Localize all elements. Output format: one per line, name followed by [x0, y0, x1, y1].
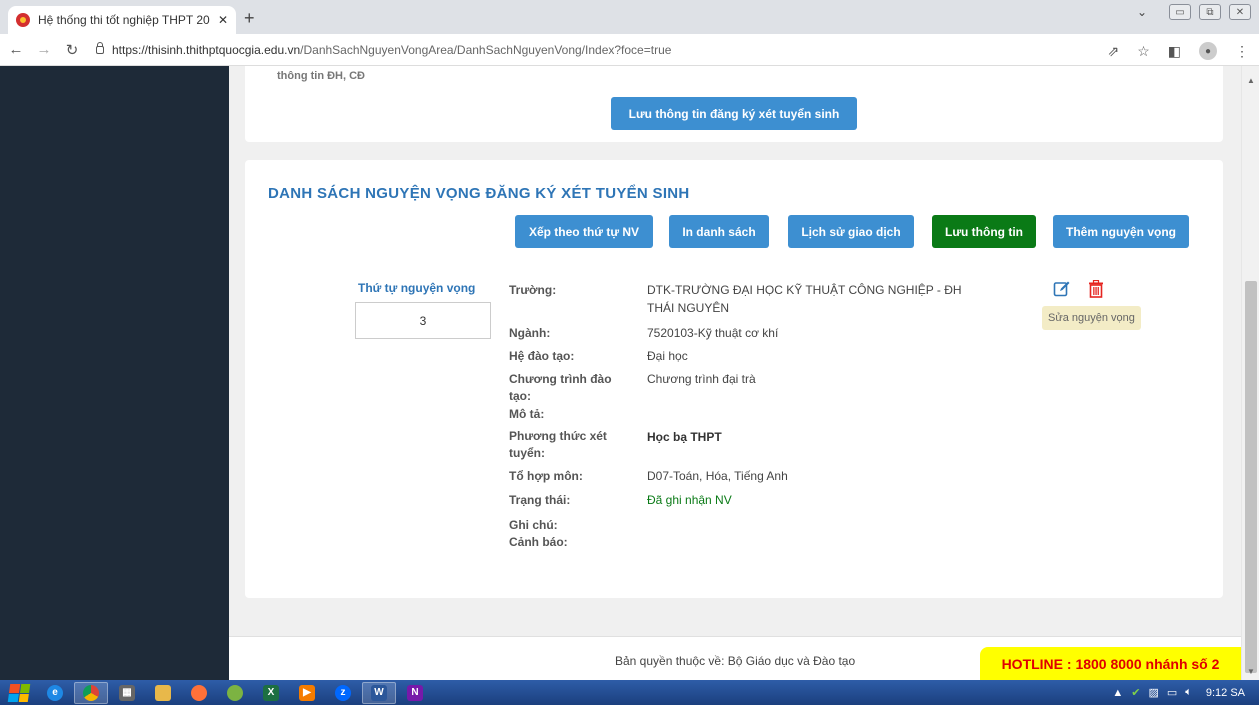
partial-label: thông tin ĐH, CĐ: [277, 70, 365, 82]
page-scrollbar[interactable]: ▲ ▼: [1241, 66, 1259, 680]
app-icon: ▦: [119, 684, 135, 701]
network-warning-icon[interactable]: ▨: [1148, 686, 1158, 699]
admission-method-label: Phương thức xét tuyển:: [509, 429, 607, 460]
window-controls: ⌄ ▭ ⧉ ✕: [1137, 4, 1251, 20]
registration-panel: thông tin ĐH, CĐ Lưu thông tin đăng ký x…: [245, 66, 1223, 142]
add-wish-button[interactable]: Thêm nguyện vọng: [1053, 215, 1189, 248]
wish-list-heading: DANH SÁCH NGUYỆN VỌNG ĐĂNG KÝ XÉT TUYỂN …: [268, 185, 690, 202]
admission-method-value: Học bạ THPT: [647, 430, 722, 444]
copyright-text: Bản quyền thuộc về: Bộ Giáo dục và Đào t…: [615, 654, 856, 668]
taskbar-app3[interactable]: ▦: [110, 682, 144, 704]
security-check-icon[interactable]: ✔: [1131, 686, 1140, 699]
scroll-down-icon[interactable]: ▼: [1247, 667, 1255, 676]
forward-button[interactable]: →: [32, 41, 56, 58]
program-value: Chương trình đại trà: [647, 372, 756, 386]
scroll-up-icon[interactable]: ▲: [1247, 76, 1255, 85]
trash-icon[interactable]: [1088, 280, 1104, 298]
menu-kebab-icon[interactable]: ⋮: [1235, 43, 1249, 60]
taskbar-firefox[interactable]: [182, 682, 216, 704]
taskbar-chrome[interactable]: [74, 681, 108, 704]
share-icon[interactable]: ⇗: [1107, 43, 1119, 60]
new-tab-button[interactable]: +: [244, 8, 255, 29]
tab-close-icon[interactable]: ✕: [218, 13, 228, 27]
word-icon: W: [371, 684, 387, 701]
major-label: Ngành:: [509, 326, 551, 340]
url-field[interactable]: https://thisinh.thithptquocgia.edu.vn/Da…: [96, 41, 672, 57]
lock-icon: [96, 41, 104, 54]
internet-explorer-icon: e: [47, 684, 63, 701]
subject-combo-value: D07-Toán, Hóa, Tiếng Anh: [647, 469, 788, 483]
browser-toolbar-right: ⇗ ☆ ◧ ● ⋮: [1107, 42, 1249, 60]
edit-icon[interactable]: [1053, 280, 1071, 298]
status-value: Đã ghi nhận NV: [647, 493, 732, 507]
taskbar-explorer[interactable]: [146, 682, 180, 704]
training-system-label: Hệ đào tạo:: [509, 349, 575, 363]
app-sidebar: [0, 66, 229, 680]
edit-tooltip: Sửa nguyện vọng: [1042, 306, 1141, 330]
taskbar-media[interactable]: ▶: [290, 682, 324, 704]
excel-icon: X: [263, 684, 279, 701]
sort-by-order-button[interactable]: Xếp theo thứ tự NV: [515, 215, 653, 248]
save-registration-button[interactable]: Lưu thông tin đăng ký xét tuyển sinh: [611, 97, 857, 130]
address-bar: ← → ↻ https://thisinh.thithptquocgia.edu…: [0, 34, 1259, 66]
program-label: Chương trình đào tạo:: [509, 372, 612, 403]
side-panel-icon[interactable]: ◧: [1168, 43, 1181, 60]
school-label: Trường:: [509, 283, 557, 297]
firefox-icon: [191, 684, 207, 701]
site-favicon-icon: [16, 13, 30, 27]
zalo-icon: z: [335, 684, 351, 701]
main-content: thông tin ĐH, CĐ Lưu thông tin đăng ký x…: [229, 66, 1241, 636]
system-tray: ▲ ✔ ▨ ▭ 🔈︎ 9:12 SA: [1102, 680, 1259, 705]
tab-title: Hệ thống thi tốt nghiệp THPT 20: [38, 13, 210, 27]
taskbar-excel[interactable]: X: [254, 682, 288, 704]
taskbar-ie[interactable]: e: [38, 682, 72, 704]
training-system-value: Đại học: [647, 349, 688, 363]
back-button[interactable]: ←: [4, 41, 28, 58]
profile-avatar-icon[interactable]: ●: [1199, 42, 1217, 60]
print-list-button[interactable]: In danh sách: [669, 215, 769, 248]
taskbar-zalo[interactable]: z: [326, 682, 360, 704]
volume-icon[interactable]: 🔈︎: [1185, 686, 1192, 699]
restore-button[interactable]: ⧉: [1199, 4, 1221, 20]
note-label: Ghi chú:: [509, 518, 558, 532]
coccoc-icon: [227, 684, 243, 701]
chrome-icon: [83, 684, 99, 701]
media-player-icon: ▶: [299, 684, 315, 701]
os-taskbar: e ▦ X ▶ z W N ▲ ✔ ▨ ▭ 🔈︎ 9:12 SA: [0, 680, 1259, 705]
taskbar-coccoc[interactable]: [218, 682, 252, 704]
subject-combo-label: Tổ hợp môn:: [509, 469, 583, 483]
onenote-icon: N: [407, 684, 423, 701]
url-path: /DanhSachNguyenVongArea/DanhSachNguyenVo…: [300, 42, 672, 57]
major-value: 7520103-Kỹ thuật cơ khí: [647, 326, 779, 340]
tab-search-chevron-icon[interactable]: ⌄: [1137, 5, 1147, 19]
close-window-button[interactable]: ✕: [1229, 4, 1251, 20]
url-host: https://thisinh.thithptquocgia.edu.vn: [112, 42, 301, 57]
transaction-history-button[interactable]: Lịch sử giao dịch: [788, 215, 914, 248]
reload-button[interactable]: ↻: [60, 41, 84, 59]
wish-order-label: Thứ tự nguyện vọng: [358, 281, 476, 295]
windows-logo-icon: [7, 683, 31, 702]
wish-order-input[interactable]: [355, 302, 491, 339]
status-label: Trạng thái:: [509, 493, 571, 507]
tray-expand-icon[interactable]: ▲: [1112, 687, 1123, 699]
school-value: DTK-TRƯỜNG ĐẠI HỌC KỸ THUẬT CÔNG NGHIỆP …: [647, 283, 962, 315]
display-icon[interactable]: ▭: [1167, 686, 1177, 699]
hotline-banner[interactable]: HOTLINE : 1800 8000 nhánh số 2: [980, 647, 1241, 680]
save-info-button[interactable]: Lưu thông tin: [932, 215, 1036, 248]
clock[interactable]: 9:12 SA: [1206, 687, 1245, 699]
bookmark-star-icon[interactable]: ☆: [1137, 43, 1150, 60]
minimize-button[interactable]: ▭: [1169, 4, 1191, 20]
scrollbar-thumb[interactable]: [1245, 281, 1257, 673]
taskbar-word[interactable]: W: [362, 681, 396, 704]
description-label: Mô tả:: [509, 407, 545, 421]
browser-tabstrip: Hệ thống thi tốt nghiệp THPT 20 ✕ + ⌄ ▭ …: [0, 0, 1259, 34]
folder-icon: [155, 684, 171, 701]
browser-tab[interactable]: Hệ thống thi tốt nghiệp THPT 20 ✕: [8, 6, 236, 34]
start-button[interactable]: [0, 680, 38, 705]
wish-list-panel: DANH SÁCH NGUYỆN VỌNG ĐĂNG KÝ XÉT TUYỂN …: [245, 160, 1223, 598]
warning-label: Cảnh báo:: [509, 535, 568, 549]
taskbar-onenote[interactable]: N: [398, 682, 432, 704]
